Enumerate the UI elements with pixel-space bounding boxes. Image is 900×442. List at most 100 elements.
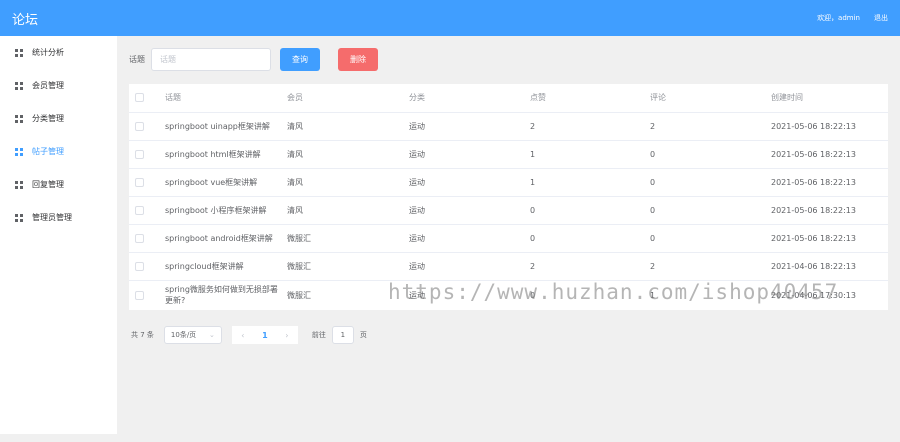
table-cell: 1 bbox=[524, 168, 644, 197]
table-cell: 2021-05-06 18:22:13 bbox=[765, 112, 888, 141]
row-select-cell bbox=[129, 252, 159, 281]
table-cell: 1 bbox=[524, 140, 644, 169]
row-checkbox[interactable] bbox=[135, 121, 144, 131]
table-cell: 清风 bbox=[281, 196, 403, 225]
chevron-down-icon: ⌄ bbox=[209, 331, 215, 339]
row-checkbox[interactable] bbox=[135, 177, 144, 187]
search-label: 话题 bbox=[129, 55, 145, 64]
sidebar-item-4[interactable]: 回复管理 bbox=[0, 168, 117, 201]
table-cell: 运动 bbox=[403, 168, 524, 197]
row-select-cell bbox=[129, 168, 159, 197]
sidebar-item-1[interactable]: 会员管理 bbox=[0, 69, 117, 102]
column-header: 点赞 bbox=[524, 84, 644, 113]
next-page-button[interactable]: › bbox=[275, 326, 298, 344]
select-all-checkbox[interactable] bbox=[135, 93, 144, 103]
table-cell: 2 bbox=[644, 252, 765, 281]
sidebar-item-0[interactable]: 统计分析 bbox=[0, 36, 117, 69]
row-checkbox[interactable] bbox=[135, 205, 144, 215]
table-cell: 清风 bbox=[281, 140, 403, 169]
table-body: springboot uinapp框架讲解 清风 运动 2 2 2021-05-06 18… bbox=[129, 112, 888, 310]
delete-button[interactable]: 删除 bbox=[338, 48, 378, 71]
row-select-cell bbox=[129, 224, 159, 253]
select-all-cell bbox=[129, 84, 159, 113]
table-cell: 0 bbox=[644, 196, 765, 225]
grid-icon bbox=[15, 180, 23, 189]
page-suffix: 页 bbox=[359, 331, 367, 339]
goto-label: 前往 bbox=[311, 331, 326, 339]
table-cell: 1 bbox=[650, 290, 656, 300]
sidebar: 统计分析会员管理分类管理帖子管理回复管理管理员管理 bbox=[0, 36, 117, 434]
row-checkbox[interactable] bbox=[135, 233, 144, 243]
table-cell: 清风 bbox=[281, 112, 403, 141]
table-cell: 0 bbox=[524, 224, 644, 253]
row-select-cell bbox=[129, 196, 159, 225]
grid-icon bbox=[15, 81, 23, 90]
table-row[interactable]: springboot vue框架讲解 清风 运动 1 0 2021-05-06 18:22… bbox=[129, 168, 888, 197]
sidebar-item-2[interactable]: 分类管理 bbox=[0, 102, 117, 135]
sidebar-item-label: 统计分析 bbox=[32, 48, 64, 57]
total-count: 共 7 条 bbox=[131, 331, 154, 339]
row-checkbox[interactable] bbox=[135, 149, 144, 159]
row-select-cell bbox=[129, 140, 159, 169]
table-cell: spring微服务如何做到无损部署更新? bbox=[165, 285, 278, 306]
logout-link[interactable]: 退出 bbox=[874, 13, 888, 23]
pagination: 共 7 条 10条/页 ⌄ ‹ 1 › 前往 页 bbox=[131, 326, 367, 344]
topic-search-input[interactable] bbox=[151, 48, 271, 71]
table-header-row: 话题 会员 分类 点赞 评论 创建时间 bbox=[129, 84, 888, 113]
table-cell: 运动 bbox=[403, 196, 524, 225]
sidebar-item-label: 分类管理 bbox=[32, 114, 64, 123]
row-select-cell bbox=[129, 280, 159, 310]
table-cell: 运动 bbox=[409, 290, 425, 300]
table-cell: 0 bbox=[644, 140, 765, 169]
table-cell: springboot 小程序框架讲解 bbox=[159, 196, 281, 225]
table-cell: 微服汇 bbox=[281, 252, 403, 281]
sidebar-item-label: 回复管理 bbox=[32, 180, 64, 189]
table-cell: 运动 bbox=[403, 252, 524, 281]
sidebar-item-5[interactable]: 管理员管理 bbox=[0, 201, 117, 234]
row-checkbox[interactable] bbox=[135, 290, 144, 300]
table-cell: springboot html框架讲解 bbox=[159, 140, 281, 169]
table-cell: springboot android框架讲解 bbox=[159, 224, 281, 253]
table-row[interactable]: springboot 小程序框架讲解 清风 运动 0 0 2021-05-06 18:22… bbox=[129, 196, 888, 225]
table-row[interactable]: springboot html框架讲解 清风 运动 1 0 2021-05-06 18:2… bbox=[129, 140, 888, 169]
table-cell: 2021-05-06 18:22:13 bbox=[765, 140, 888, 169]
goto-page-input[interactable] bbox=[331, 326, 354, 344]
table-row[interactable]: springcloud框架讲解 微服汇 运动 2 2 2021-04-06 18:22:1… bbox=[129, 252, 888, 281]
column-header: 创建时间 bbox=[765, 84, 888, 113]
table-cell: 2 bbox=[644, 112, 765, 141]
top-right-links: 欢迎，admin 退出 bbox=[817, 13, 888, 23]
page-size-select[interactable]: 10条/页 ⌄ bbox=[163, 326, 222, 344]
sidebar-item-label: 会员管理 bbox=[32, 81, 64, 90]
welcome-text: 欢迎，admin bbox=[817, 14, 860, 22]
sidebar-item-label: 帖子管理 bbox=[32, 147, 64, 156]
table-cell: 0 bbox=[524, 196, 644, 225]
page-size-value: 10条/页 bbox=[170, 331, 197, 339]
query-button[interactable]: 查询 bbox=[280, 48, 320, 71]
sidebar-item-3[interactable]: 帖子管理 bbox=[0, 135, 117, 168]
table-cell: 清风 bbox=[281, 168, 403, 197]
table-cell: springcloud框架讲解 bbox=[159, 252, 281, 281]
row-checkbox[interactable] bbox=[135, 261, 144, 271]
prev-page-button[interactable]: ‹ bbox=[231, 326, 254, 344]
column-header: 评论 bbox=[644, 84, 765, 113]
table-row[interactable]: springboot uinapp框架讲解 清风 运动 2 2 2021-05-06 18… bbox=[129, 112, 888, 141]
grid-icon bbox=[15, 147, 23, 156]
table-cell: 微服汇 bbox=[281, 224, 403, 253]
column-header: 会员 bbox=[281, 84, 403, 113]
table-cell: 2021-04-06 18:22:13 bbox=[765, 252, 888, 281]
table-cell: 2021-05-06 18:22:13 bbox=[765, 196, 888, 225]
table-row[interactable]: spring微服务如何做到无损部署更新? 微服汇 运动 0 1 2021-04-06 17… bbox=[129, 280, 888, 310]
table-cell: 2021-05-06 18:22:13 bbox=[765, 224, 888, 253]
table-cell: 运动 bbox=[403, 140, 524, 169]
table-cell: 2 bbox=[524, 252, 644, 281]
top-bar: 论坛 欢迎，admin 退出 bbox=[0, 0, 900, 36]
table-cell: 微服汇 bbox=[287, 290, 311, 300]
grid-icon bbox=[15, 213, 23, 222]
page-number-current[interactable]: 1 bbox=[253, 326, 276, 344]
table-row[interactable]: springboot android框架讲解 微服汇 运动 0 0 2021-05-06 … bbox=[129, 224, 888, 253]
table-cell: 0 bbox=[644, 224, 765, 253]
table-cell: springboot vue框架讲解 bbox=[159, 168, 281, 197]
app-title: 论坛 bbox=[12, 13, 39, 28]
page-navigation: ‹ 1 › bbox=[231, 326, 298, 344]
posts-table: 话题 会员 分类 点赞 评论 创建时间 springboot uinapp框架讲解 清风 运动… bbox=[129, 84, 888, 310]
